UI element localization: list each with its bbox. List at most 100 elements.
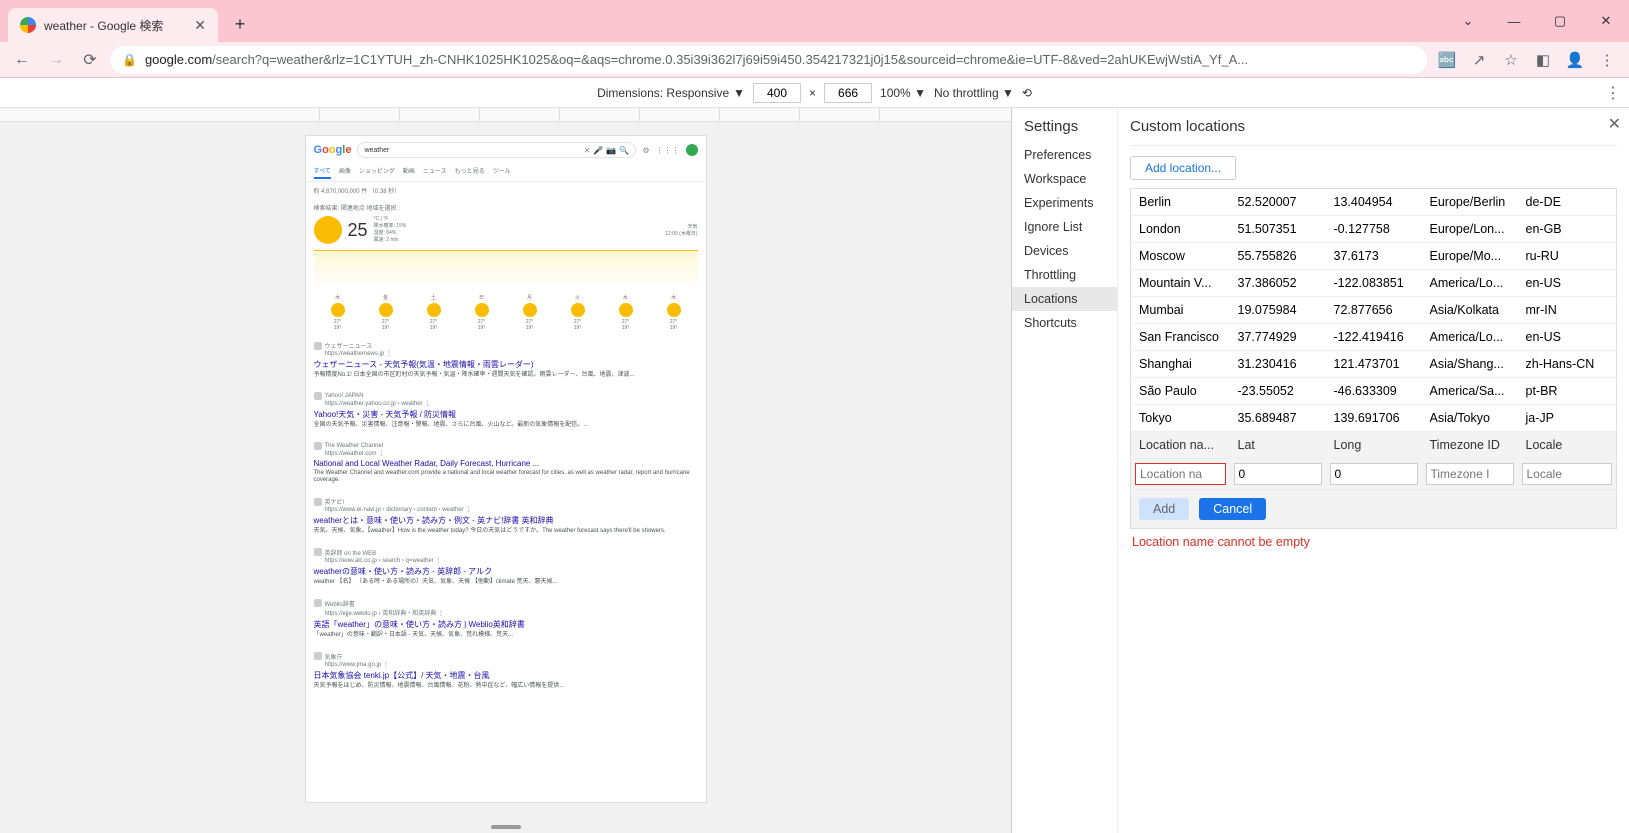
temp-chart: [314, 250, 698, 290]
lat-input[interactable]: [1234, 463, 1322, 485]
url-domain: google.com: [145, 52, 212, 67]
google-logo[interactable]: Google: [314, 144, 352, 156]
dimensions-select[interactable]: Dimensions: Responsive ▼: [597, 86, 745, 100]
search-result[interactable]: Weblio辞書https://ejje.weblio.jp › 英和辞典・和英…: [306, 593, 706, 646]
zoom-select[interactable]: 100% ▼: [880, 86, 926, 100]
table-row[interactable]: Mountain V...37.386052-122.083851America…: [1131, 270, 1617, 297]
location-name-input[interactable]: [1135, 463, 1226, 485]
forecast-day[interactable]: 月27°19°: [506, 294, 554, 331]
share-icon[interactable]: ↗: [1465, 46, 1493, 74]
mic-icon[interactable]: 🎤: [593, 146, 603, 155]
input-row: [1131, 459, 1617, 490]
temperature: 25: [348, 220, 368, 241]
timezone-input[interactable]: [1426, 463, 1514, 485]
search-tab[interactable]: すべて: [314, 166, 331, 179]
clear-icon[interactable]: ✕: [584, 146, 591, 155]
translate-icon[interactable]: 🔤: [1433, 46, 1461, 74]
forecast-day[interactable]: 火27°19°: [554, 294, 602, 331]
apps-icon[interactable]: ⋮⋮⋮: [656, 146, 680, 155]
search-tabs: すべて画像ショッピング動画ニュースもっと見るツール: [306, 164, 706, 182]
forecast-day[interactable]: 水27°19°: [602, 294, 650, 331]
url-path: /search?q=weather&rlz=1C1YTUH_zh-CNHK102…: [212, 52, 1248, 67]
table-row[interactable]: Berlin52.52000713.404954Europe/Berlinde-…: [1131, 189, 1617, 216]
sidebar-item-shortcuts[interactable]: Shortcuts: [1012, 311, 1117, 335]
cancel-button[interactable]: Cancel: [1199, 498, 1266, 520]
add-button[interactable]: Add: [1139, 498, 1189, 520]
menu-icon[interactable]: ⋮: [1593, 46, 1621, 74]
forward-button[interactable]: →: [42, 46, 70, 74]
sidebar-item-preferences[interactable]: Preferences: [1012, 143, 1117, 167]
table-row[interactable]: Tokyo35.689487139.691706Asia/Tokyoja-JP: [1131, 405, 1617, 432]
table-row[interactable]: Moscow55.75582637.6173Europe/Mo...ru-RU: [1131, 243, 1617, 270]
sidebar-item-workspace[interactable]: Workspace: [1012, 167, 1117, 191]
search-result[interactable]: Yahoo! JAPANhttps://weather.yahoo.co.jp …: [306, 386, 706, 436]
width-input[interactable]: [753, 83, 801, 103]
throttle-select[interactable]: No throttling ▼: [934, 86, 1014, 100]
settings-sidebar: Settings PreferencesWorkspaceExperiments…: [1012, 108, 1118, 833]
close-icon[interactable]: ✕: [1583, 0, 1629, 42]
search-tab[interactable]: 画像: [339, 166, 351, 179]
table-row[interactable]: São Paulo-23.55052-46.633309America/Sa..…: [1131, 378, 1617, 405]
search-tab[interactable]: ニュース: [423, 166, 447, 179]
gear-icon[interactable]: ⚙: [642, 146, 649, 155]
search-tab[interactable]: ショッピング: [359, 166, 395, 179]
forecast-day[interactable]: 金27°19°: [362, 294, 410, 331]
search-icon[interactable]: 🔍: [619, 146, 629, 155]
search-result[interactable]: 英ナビ!https://www.ei-navi.jp › dictionary …: [306, 491, 706, 542]
search-result[interactable]: The Weather Channelhttps://weather.com ⋮…: [306, 436, 706, 492]
height-input[interactable]: [824, 83, 872, 103]
lens-icon[interactable]: 📷: [606, 146, 616, 155]
settings-title: Settings: [1012, 118, 1117, 143]
table-row[interactable]: London51.507351-0.127758Europe/Lon...en-…: [1131, 216, 1617, 243]
google-favicon: [20, 17, 36, 33]
search-tab[interactable]: もっと見る: [455, 166, 485, 179]
maximize-icon[interactable]: ▢: [1537, 0, 1583, 42]
search-result[interactable]: 英辞郎 on the WEBhttps://eow.alc.co.jp › se…: [306, 542, 706, 593]
page-frame: Google weather ✕ 🎤 📷 🔍 ⚙ ⋮⋮⋮ すべて画像ショッピング…: [306, 136, 706, 802]
sun-icon: [314, 216, 342, 244]
minimize-icon[interactable]: —: [1491, 0, 1537, 42]
url-input[interactable]: 🔒 google.com/search?q=weather&rlz=1C1YTU…: [110, 46, 1427, 74]
sidebar-item-locations[interactable]: Locations: [1012, 287, 1117, 311]
chevron-down-icon[interactable]: ⌄: [1445, 0, 1491, 42]
browser-titlebar: weather - Google 検索 ✕ + ⌄ — ▢ ✕: [0, 0, 1629, 42]
search-input[interactable]: weather ✕ 🎤 📷 🔍: [357, 142, 636, 158]
sidebar-item-throttling[interactable]: Throttling: [1012, 263, 1117, 287]
devtools-more-icon[interactable]: ⋮: [1605, 83, 1621, 103]
long-input[interactable]: [1330, 463, 1418, 485]
table-row[interactable]: Shanghai31.230416121.473701Asia/Shang...…: [1131, 351, 1617, 378]
reload-button[interactable]: ⟳: [76, 46, 104, 74]
bookmark-icon[interactable]: ☆: [1497, 46, 1525, 74]
extensions-icon[interactable]: ◧: [1529, 46, 1557, 74]
forecast-day[interactable]: 木27°19°: [314, 294, 362, 331]
result-stats: 約 4,870,000,000 件 （0.38 秒）: [306, 182, 706, 199]
close-panel-icon[interactable]: ✕: [1608, 114, 1621, 134]
vertical-resize-handle[interactable]: [491, 825, 521, 829]
back-button[interactable]: ←: [8, 46, 36, 74]
table-row[interactable]: Mumbai19.07598472.877656Asia/Kolkatamr-I…: [1131, 297, 1617, 324]
action-row: Add Cancel: [1130, 490, 1617, 529]
search-tab[interactable]: 動画: [403, 166, 415, 179]
ruler: [0, 108, 1011, 122]
new-tab-button[interactable]: +: [226, 10, 254, 38]
profile-icon[interactable]: 👤: [1561, 46, 1589, 74]
avatar[interactable]: [686, 144, 698, 156]
table-row[interactable]: San Francisco37.774929-122.419416America…: [1131, 324, 1617, 351]
search-tab[interactable]: ツール: [493, 166, 511, 179]
browser-tab[interactable]: weather - Google 検索 ✕: [8, 8, 218, 42]
sidebar-item-ignore-list[interactable]: Ignore List: [1012, 215, 1117, 239]
forecast-day[interactable]: 日27°19°: [458, 294, 506, 331]
search-result[interactable]: ウェザーニュースhttps://weathernews.jp ⋮ウェザーニュース…: [306, 335, 706, 386]
sidebar-item-devices[interactable]: Devices: [1012, 239, 1117, 263]
lock-icon: 🔒: [122, 53, 137, 67]
add-location-button[interactable]: Add location...: [1130, 156, 1236, 180]
sidebar-item-experiments[interactable]: Experiments: [1012, 191, 1117, 215]
locale-input[interactable]: [1522, 463, 1613, 485]
search-result[interactable]: 気象庁https://www.jma.go.jp ⋮日本気象協会 tenki.j…: [306, 646, 706, 697]
tab-close-icon[interactable]: ✕: [194, 17, 206, 34]
forecast-day[interactable]: 土27°19°: [410, 294, 458, 331]
devtools-settings-panel: Settings PreferencesWorkspaceExperiments…: [1011, 108, 1629, 833]
forecast-day[interactable]: 木27°19°: [650, 294, 698, 331]
settings-content: ✕ Custom locations Add location... Berli…: [1118, 108, 1629, 833]
rotate-icon[interactable]: ⟲: [1022, 86, 1032, 100]
